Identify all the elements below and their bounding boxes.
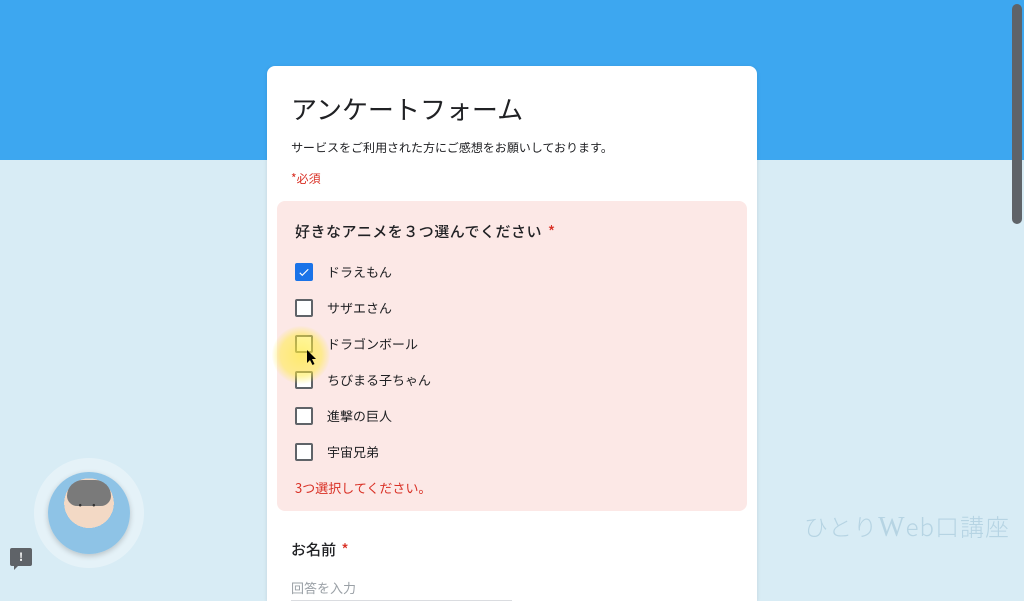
option-sazae[interactable]: サザエさん xyxy=(295,298,729,317)
form-card: アンケートフォーム サービスをご利用された方にご感想をお願いしております。 *必… xyxy=(267,66,757,601)
checkbox-icon xyxy=(295,371,313,389)
validation-error: 3つ選択してください。 xyxy=(295,478,729,497)
option-label: 進撃の巨人 xyxy=(327,406,392,425)
checkbox-icon xyxy=(295,299,313,317)
required-asterisk: * xyxy=(548,221,556,242)
name-input[interactable] xyxy=(291,577,512,601)
question-title: 好きなアニメを３つ選んでください * xyxy=(295,221,729,242)
check-icon xyxy=(297,265,311,279)
option-label: ドラえもん xyxy=(327,262,392,281)
question-text: お名前 xyxy=(291,539,336,560)
option-chibimaruko[interactable]: ちびまる子ちゃん xyxy=(295,370,729,389)
checkbox-icon xyxy=(295,263,313,281)
form-title: アンケートフォーム xyxy=(291,90,733,127)
feedback-button[interactable]: ! xyxy=(10,548,32,566)
option-label: 宇宙兄弟 xyxy=(327,442,379,461)
question-text: 好きなアニメを３つ選んでください xyxy=(295,221,542,242)
avatar[interactable] xyxy=(48,472,130,554)
watermark: ひとりWeb口講座 xyxy=(804,508,1010,544)
option-label: ちびまる子ちゃん xyxy=(327,370,431,389)
question-title: お名前 * xyxy=(291,539,733,560)
form-description: サービスをご利用された方にご感想をお願いしております。 xyxy=(291,139,733,156)
checkbox-icon xyxy=(295,443,313,461)
checkbox-icon xyxy=(295,335,313,353)
required-asterisk: * xyxy=(341,539,348,560)
question-anime: 好きなアニメを３つ選んでください * ドラえもん サザエさん ドラゴンボール ち… xyxy=(277,201,747,511)
option-shingeki[interactable]: 進撃の巨人 xyxy=(295,406,729,425)
checkbox-icon xyxy=(295,407,313,425)
scrollbar-thumb[interactable] xyxy=(1012,4,1022,224)
option-uchukyodai[interactable]: 宇宙兄弟 xyxy=(295,442,729,461)
exclamation-icon: ! xyxy=(19,549,23,565)
required-indicator: *必須 xyxy=(291,170,733,187)
question-name: お名前 * xyxy=(267,523,757,601)
option-label: サザエさん xyxy=(327,298,392,317)
option-dragonball[interactable]: ドラゴンボール xyxy=(295,334,729,353)
option-label: ドラゴンボール xyxy=(327,334,418,353)
form-header: アンケートフォーム サービスをご利用された方にご感想をお願いしております。 *必… xyxy=(267,66,757,187)
option-doraemon[interactable]: ドラえもん xyxy=(295,262,729,281)
